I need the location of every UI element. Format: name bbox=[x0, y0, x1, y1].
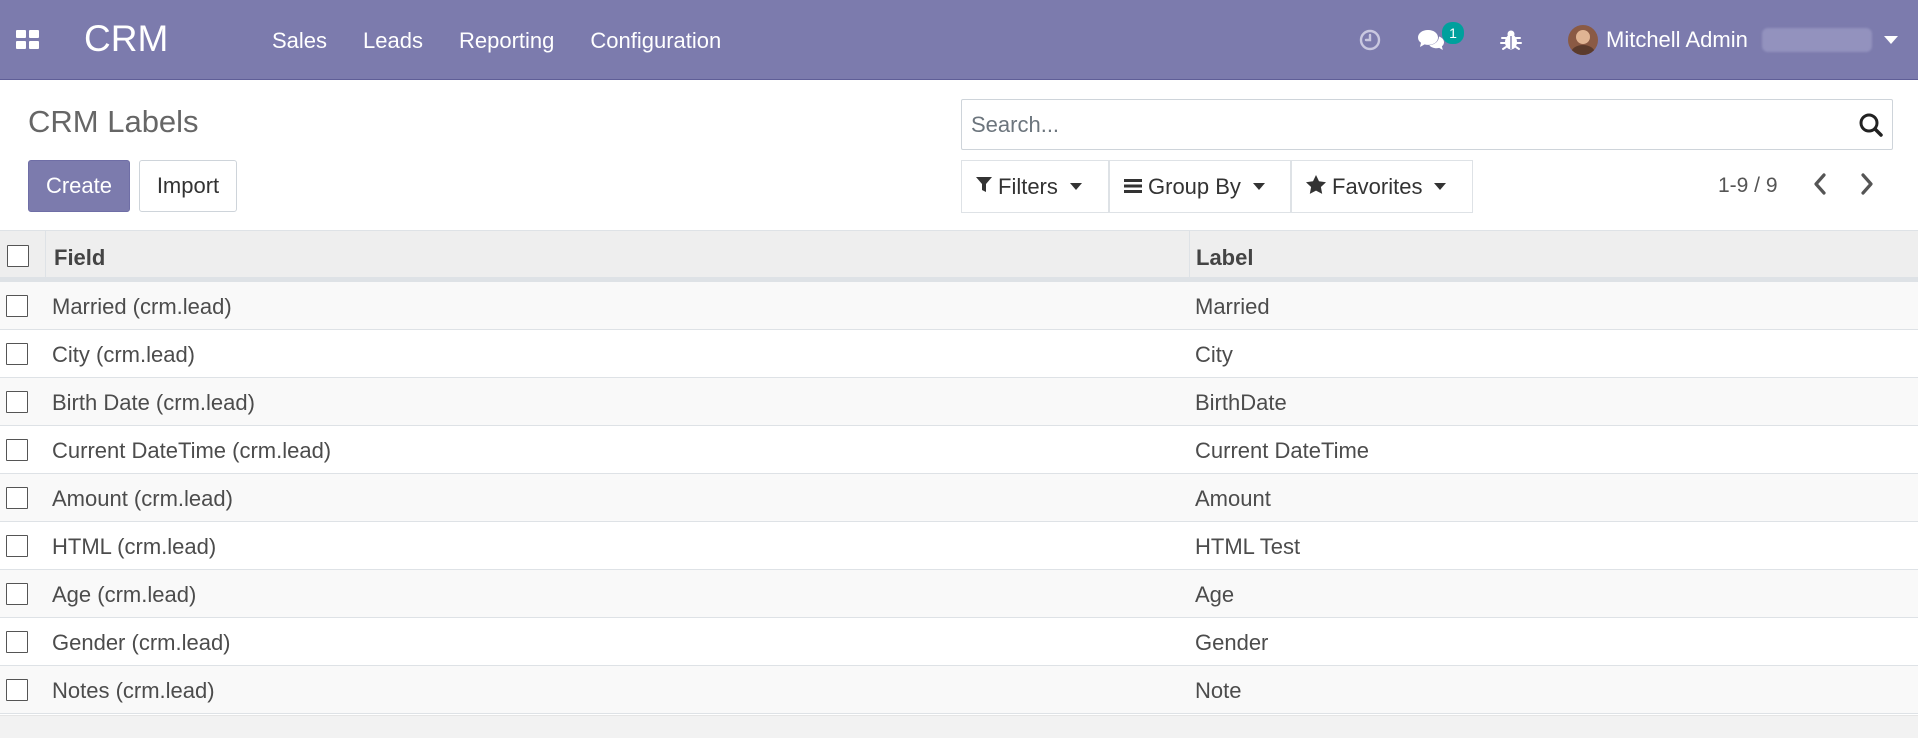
table-row[interactable]: Amount (crm.lead) Amount bbox=[0, 474, 1918, 522]
row-checkbox[interactable] bbox=[6, 439, 28, 461]
filter-icon bbox=[976, 174, 992, 200]
row-checkbox[interactable] bbox=[6, 583, 28, 605]
activity-clock-icon[interactable] bbox=[1358, 0, 1386, 80]
table-footer bbox=[0, 715, 1918, 738]
menu-sales[interactable]: Sales bbox=[272, 28, 327, 54]
table-row[interactable]: Gender (crm.lead) Gender bbox=[0, 618, 1918, 666]
menu-reporting[interactable]: Reporting bbox=[459, 28, 554, 54]
search-input[interactable] bbox=[962, 100, 1842, 149]
select-all-checkbox[interactable] bbox=[7, 245, 29, 267]
apps-menu-icon[interactable] bbox=[16, 28, 40, 52]
user-name: Mitchell Admin bbox=[1606, 27, 1748, 52]
column-header-label[interactable]: Label bbox=[1196, 245, 1253, 271]
bars-icon bbox=[1124, 174, 1142, 200]
cell-field: Age (crm.lead) bbox=[52, 582, 197, 607]
import-button[interactable]: Import bbox=[139, 160, 237, 212]
star-icon bbox=[1306, 174, 1326, 200]
messages-count-badge: 1 bbox=[1442, 22, 1464, 44]
chevron-down-icon bbox=[1883, 36, 1898, 44]
chevron-down-icon bbox=[1069, 183, 1082, 190]
pager-value[interactable]: 1-9 / 9 bbox=[1718, 174, 1778, 198]
top-navbar: CRM Sales Leads Reporting Configuration … bbox=[0, 0, 1918, 80]
create-button[interactable]: Create bbox=[28, 160, 130, 212]
table-row[interactable]: Age (crm.lead) Age bbox=[0, 570, 1918, 618]
row-checkbox[interactable] bbox=[6, 535, 28, 557]
groupby-dropdown[interactable]: Group By bbox=[1109, 160, 1291, 213]
chevron-down-icon bbox=[1252, 183, 1265, 190]
column-header-field[interactable]: Field bbox=[54, 245, 105, 271]
table-row[interactable]: Current DateTime (crm.lead) Current DateT… bbox=[0, 426, 1918, 474]
messaging-chat-icon[interactable]: 1 bbox=[1416, 0, 1464, 80]
database-name-blurred bbox=[1761, 28, 1872, 52]
chevron-right-icon[interactable] bbox=[1853, 170, 1881, 198]
debug-bug-icon[interactable] bbox=[1500, 0, 1528, 80]
chevron-down-icon bbox=[1434, 183, 1447, 190]
cell-field: Notes (crm.lead) bbox=[52, 678, 215, 703]
row-checkbox[interactable] bbox=[6, 343, 28, 365]
select-all-cell bbox=[0, 231, 46, 278]
search-box bbox=[961, 99, 1893, 150]
cell-field: Gender (crm.lead) bbox=[52, 630, 231, 655]
filters-label: Filters bbox=[998, 173, 1058, 199]
table-row[interactable]: HTML (crm.lead) HTML Test bbox=[0, 522, 1918, 570]
cell-field: Birth Date (crm.lead) bbox=[52, 390, 255, 415]
cell-field: HTML (crm.lead) bbox=[52, 534, 217, 559]
menu-leads[interactable]: Leads bbox=[363, 28, 423, 54]
user-avatar bbox=[1568, 25, 1598, 55]
cell-field: City (crm.lead) bbox=[52, 342, 196, 367]
row-checkbox[interactable] bbox=[6, 487, 28, 509]
cell-field: Current DateTime (crm.lead) bbox=[52, 438, 332, 463]
favorites-label: Favorites bbox=[1332, 173, 1423, 199]
table-row[interactable]: City (crm.lead) City bbox=[0, 330, 1918, 378]
cell-label: HTML Test bbox=[1195, 534, 1301, 559]
cell-field: Amount (crm.lead) bbox=[52, 486, 233, 511]
table-row[interactable]: Birth Date (crm.lead) BirthDate bbox=[0, 378, 1918, 426]
cell-label: Note bbox=[1195, 678, 1242, 703]
menu-configuration[interactable]: Configuration bbox=[590, 28, 721, 54]
cell-label: BirthDate bbox=[1195, 390, 1287, 415]
groupby-label: Group By bbox=[1148, 173, 1241, 199]
row-checkbox[interactable] bbox=[6, 679, 28, 701]
cell-label: Married bbox=[1195, 294, 1270, 319]
cell-label: Age bbox=[1195, 582, 1235, 607]
column-divider bbox=[1189, 231, 1190, 278]
filters-dropdown[interactable]: Filters bbox=[961, 160, 1109, 213]
table-row[interactable]: Married (crm.lead) Married bbox=[0, 282, 1918, 330]
search-icon[interactable] bbox=[1858, 112, 1884, 138]
table-body: Married (crm.lead) Married City (crm.lead… bbox=[0, 282, 1918, 714]
favorites-dropdown[interactable]: Favorites bbox=[1291, 160, 1473, 213]
app-brand[interactable]: CRM bbox=[84, 18, 168, 60]
page-title: CRM Labels bbox=[28, 104, 199, 139]
cell-label: City bbox=[1195, 342, 1233, 367]
cell-field: Married (crm.lead) bbox=[52, 294, 232, 319]
row-checkbox[interactable] bbox=[6, 631, 28, 653]
table-header: Field Label bbox=[0, 230, 1918, 282]
row-checkbox[interactable] bbox=[6, 295, 28, 317]
cell-label: Amount bbox=[1195, 486, 1271, 511]
cell-label: Gender bbox=[1195, 630, 1269, 655]
list-table: Field Label Married (crm.lead) Married Ci… bbox=[0, 230, 1918, 714]
row-checkbox[interactable] bbox=[6, 391, 28, 413]
cell-label: Current DateTime bbox=[1195, 438, 1370, 463]
table-row[interactable]: Notes (crm.lead) Note bbox=[0, 666, 1918, 714]
chevron-left-icon[interactable] bbox=[1806, 170, 1834, 198]
user-menu[interactable]: Mitchell Admin bbox=[1568, 20, 1898, 60]
main-menu: Sales Leads Reporting Configuration bbox=[272, 28, 757, 54]
